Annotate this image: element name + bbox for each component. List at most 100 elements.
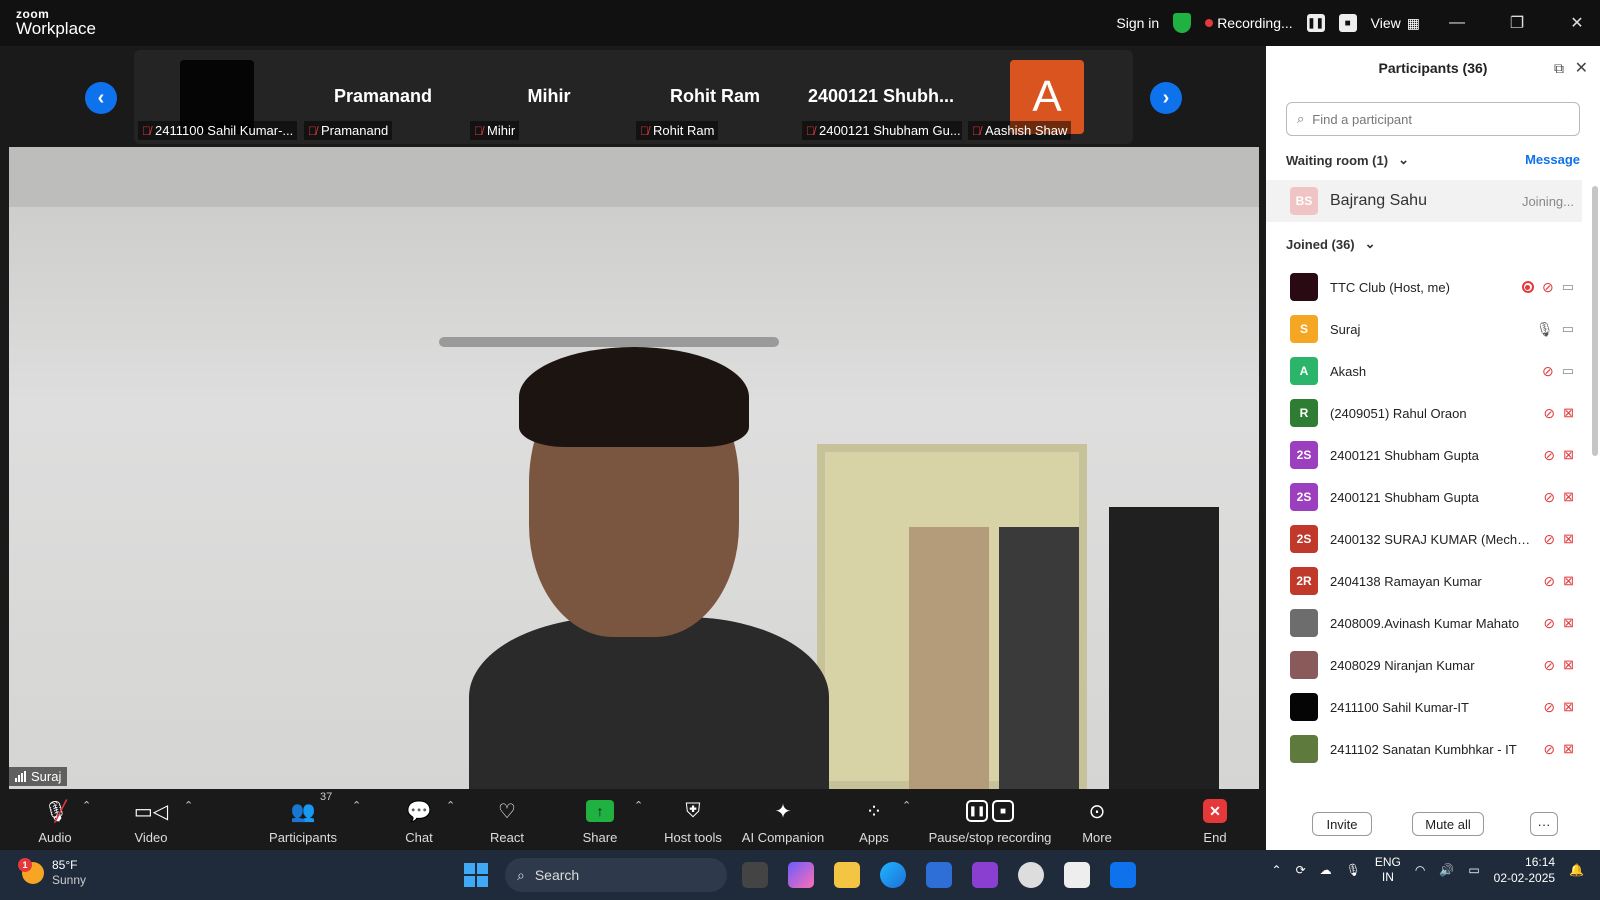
store-icon[interactable] (926, 862, 952, 888)
participant-row[interactable]: 2R 2404138 Ramayan Kumar ⊘ ⊠ (1266, 560, 1582, 602)
sync-icon[interactable]: ⟳ (1296, 863, 1306, 877)
book-icon[interactable] (1064, 862, 1090, 888)
joined-header[interactable]: Joined (36) ⌄ (1286, 236, 1376, 252)
thumb-tile[interactable]: Pramanand 🎙̸ Pramanand (300, 50, 466, 144)
more-button[interactable]: ⊙ More (1052, 793, 1142, 846)
mic-off-icon[interactable]: ⊘ (1542, 363, 1554, 380)
camera-off-icon[interactable]: ⊠ (1563, 699, 1574, 715)
mic-icon[interactable]: 🎙 (1346, 863, 1361, 877)
video-button[interactable]: ▭◁ Video (106, 793, 196, 846)
mute-all-button[interactable]: Mute all (1412, 812, 1484, 836)
participant-row[interactable]: 2408029 Niranjan Kumar ⊘ ⊠ (1266, 644, 1582, 686)
participant-search-input[interactable]: ⌕ Find a participant (1286, 102, 1580, 136)
weather-widget[interactable]: 1 85°F Sunny (18, 858, 86, 888)
participant-row[interactable]: R (2409051) Rahul Oraon ⊘ ⊠ (1266, 392, 1582, 434)
participant-row[interactable]: 2411102 Sanatan Kumbhkar - IT ⊘ ⊠ (1266, 728, 1582, 770)
thumb-tile[interactable]: Mihir 🎙̸ Mihir (466, 50, 632, 144)
participants-button[interactable]: 👥 Participants (258, 793, 348, 846)
close-window-button[interactable]: ✕ (1554, 13, 1600, 33)
notification-bell-icon[interactable]: 🔔 (1569, 863, 1584, 877)
camera-off-icon[interactable]: ⊠ (1563, 531, 1574, 547)
mic-icon[interactable]: 🎙 (1536, 321, 1554, 338)
camera-off-icon[interactable]: ⊠ (1563, 489, 1574, 505)
mic-off-icon[interactable]: ⊘ (1543, 741, 1555, 758)
next-page-button[interactable]: › (1150, 82, 1182, 114)
thumb-tile[interactable]: A 🎙̸ Aashish Shaw (964, 50, 1130, 144)
pause-stop-recording-button[interactable]: ❚❚ ■ Pause/stop recording (920, 793, 1060, 845)
waiting-participant-row[interactable]: BS Bajrang Sahu Joining... (1266, 180, 1582, 222)
participant-row[interactable]: A Akash ⊘ ▭ (1266, 350, 1582, 392)
camera-icon[interactable]: ▭ (1562, 279, 1574, 295)
panel-scrollbar[interactable] (1592, 186, 1598, 456)
stop-recording-button[interactable]: ■ (1338, 14, 1357, 32)
video-options-caret[interactable]: ⌃ (184, 799, 193, 812)
thumb-tile[interactable]: 2400121 Shubh... 🎙̸ 2400121 Shubham Gu... (798, 50, 964, 144)
camera-off-icon[interactable]: ⊠ (1563, 405, 1574, 421)
audio-options-caret[interactable]: ⌃ (82, 799, 91, 812)
camera-icon[interactable]: ▭ (1562, 363, 1574, 379)
mic-off-icon[interactable]: ⊘ (1543, 699, 1555, 716)
view-button[interactable]: View ▦ (1371, 15, 1420, 32)
windows-start-icon[interactable] (464, 863, 488, 887)
camera-off-icon[interactable]: ⊠ (1563, 615, 1574, 631)
share-button[interactable]: ↑ Share (555, 793, 645, 845)
share-options-caret[interactable]: ⌃ (634, 799, 643, 812)
clock[interactable]: 16:14 02-02-2025 (1494, 854, 1555, 886)
battery-icon[interactable]: ▭ (1468, 863, 1479, 877)
mic-off-icon[interactable]: ⊘ (1543, 573, 1555, 590)
camera-off-icon[interactable]: ⊠ (1563, 741, 1574, 757)
security-shield-icon[interactable] (1173, 13, 1192, 33)
sign-in-link[interactable]: Sign in (1116, 15, 1159, 31)
panel-more-button[interactable]: ··· (1530, 812, 1558, 836)
ai-companion-button[interactable]: ✦ AI Companion (728, 793, 838, 846)
zoom-taskbar-icon[interactable] (1110, 862, 1136, 888)
camera-off-icon[interactable]: ⊠ (1563, 573, 1574, 589)
mic-off-icon[interactable]: ⊘ (1543, 657, 1555, 674)
cloud-icon[interactable]: ☁ (1320, 863, 1332, 877)
participant-row[interactable]: 2408009.Avinash Kumar Mahato ⊘ ⊠ (1266, 602, 1582, 644)
pop-out-icon[interactable]: ⧉ (1554, 60, 1564, 77)
participant-row[interactable]: 2S 2400121 Shubham Gupta ⊘ ⊠ (1266, 476, 1582, 518)
xbox-icon[interactable] (1018, 862, 1044, 888)
waiting-room-header[interactable]: Waiting room (1) ⌄ (1286, 152, 1409, 168)
participant-row[interactable]: S Suraj 🎙 ▭ (1266, 308, 1582, 350)
camera-off-icon[interactable]: ⊠ (1563, 657, 1574, 673)
mic-off-icon[interactable]: ⊘ (1543, 489, 1555, 506)
camera-off-icon[interactable]: ⊠ (1563, 447, 1574, 463)
apps-options-caret[interactable]: ⌃ (902, 799, 911, 812)
participant-row[interactable]: 2S 2400132 SURAJ KUMAR (Mecha... ⊘ ⊠ (1266, 518, 1582, 560)
task-view-icon[interactable] (742, 862, 768, 888)
thumb-tile[interactable]: Rohit Ram 🎙̸ Rohit Ram (632, 50, 798, 144)
message-waiting-link[interactable]: Message (1525, 152, 1580, 167)
mic-off-icon[interactable]: ⊘ (1543, 615, 1555, 632)
wifi-icon[interactable]: ◠ (1415, 863, 1425, 877)
active-speaker-video[interactable] (9, 147, 1259, 789)
taskbar-search[interactable]: ⌕ Search (505, 858, 727, 892)
thumb-tile[interactable]: 🎙̸ 2411100 Sahil Kumar-... (134, 50, 300, 144)
mic-off-icon[interactable]: ⊘ (1543, 531, 1555, 548)
react-button[interactable]: ♡ React (462, 793, 552, 846)
language-indicator[interactable]: ENG IN (1375, 855, 1401, 885)
app-icon[interactable] (972, 862, 998, 888)
mic-off-icon[interactable]: ⊘ (1542, 279, 1554, 296)
participant-row[interactable]: 2411100 Sahil Kumar-IT ⊘ ⊠ (1266, 686, 1582, 728)
prev-page-button[interactable]: ‹ (85, 82, 117, 114)
pause-recording-button[interactable]: ❚❚ (1306, 14, 1325, 32)
participant-row[interactable]: TTC Club (Host, me) ⊘ ▭ (1266, 266, 1582, 308)
end-button[interactable]: ✕ End (1170, 793, 1260, 845)
participants-options-caret[interactable]: ⌃ (352, 799, 361, 812)
close-panel-icon[interactable]: ✕ (1575, 58, 1588, 78)
restore-button[interactable]: ❐ (1494, 13, 1540, 33)
copilot-icon[interactable] (788, 862, 814, 888)
file-explorer-icon[interactable] (834, 862, 860, 888)
volume-icon[interactable]: 🔊 (1439, 863, 1454, 877)
edge-icon[interactable] (880, 862, 906, 888)
invite-button[interactable]: Invite (1312, 812, 1372, 836)
camera-icon[interactable]: ▭ (1562, 321, 1574, 337)
participant-row[interactable]: 2S 2400121 Shubham Gupta ⊘ ⊠ (1266, 434, 1582, 476)
mic-off-icon[interactable]: ⊘ (1543, 405, 1555, 422)
minimize-button[interactable]: — (1434, 14, 1480, 32)
chevron-up-icon[interactable]: ⌃ (1272, 863, 1282, 877)
host-tools-button[interactable]: ⛨ Host tools (648, 793, 738, 846)
chat-options-caret[interactable]: ⌃ (446, 799, 455, 812)
